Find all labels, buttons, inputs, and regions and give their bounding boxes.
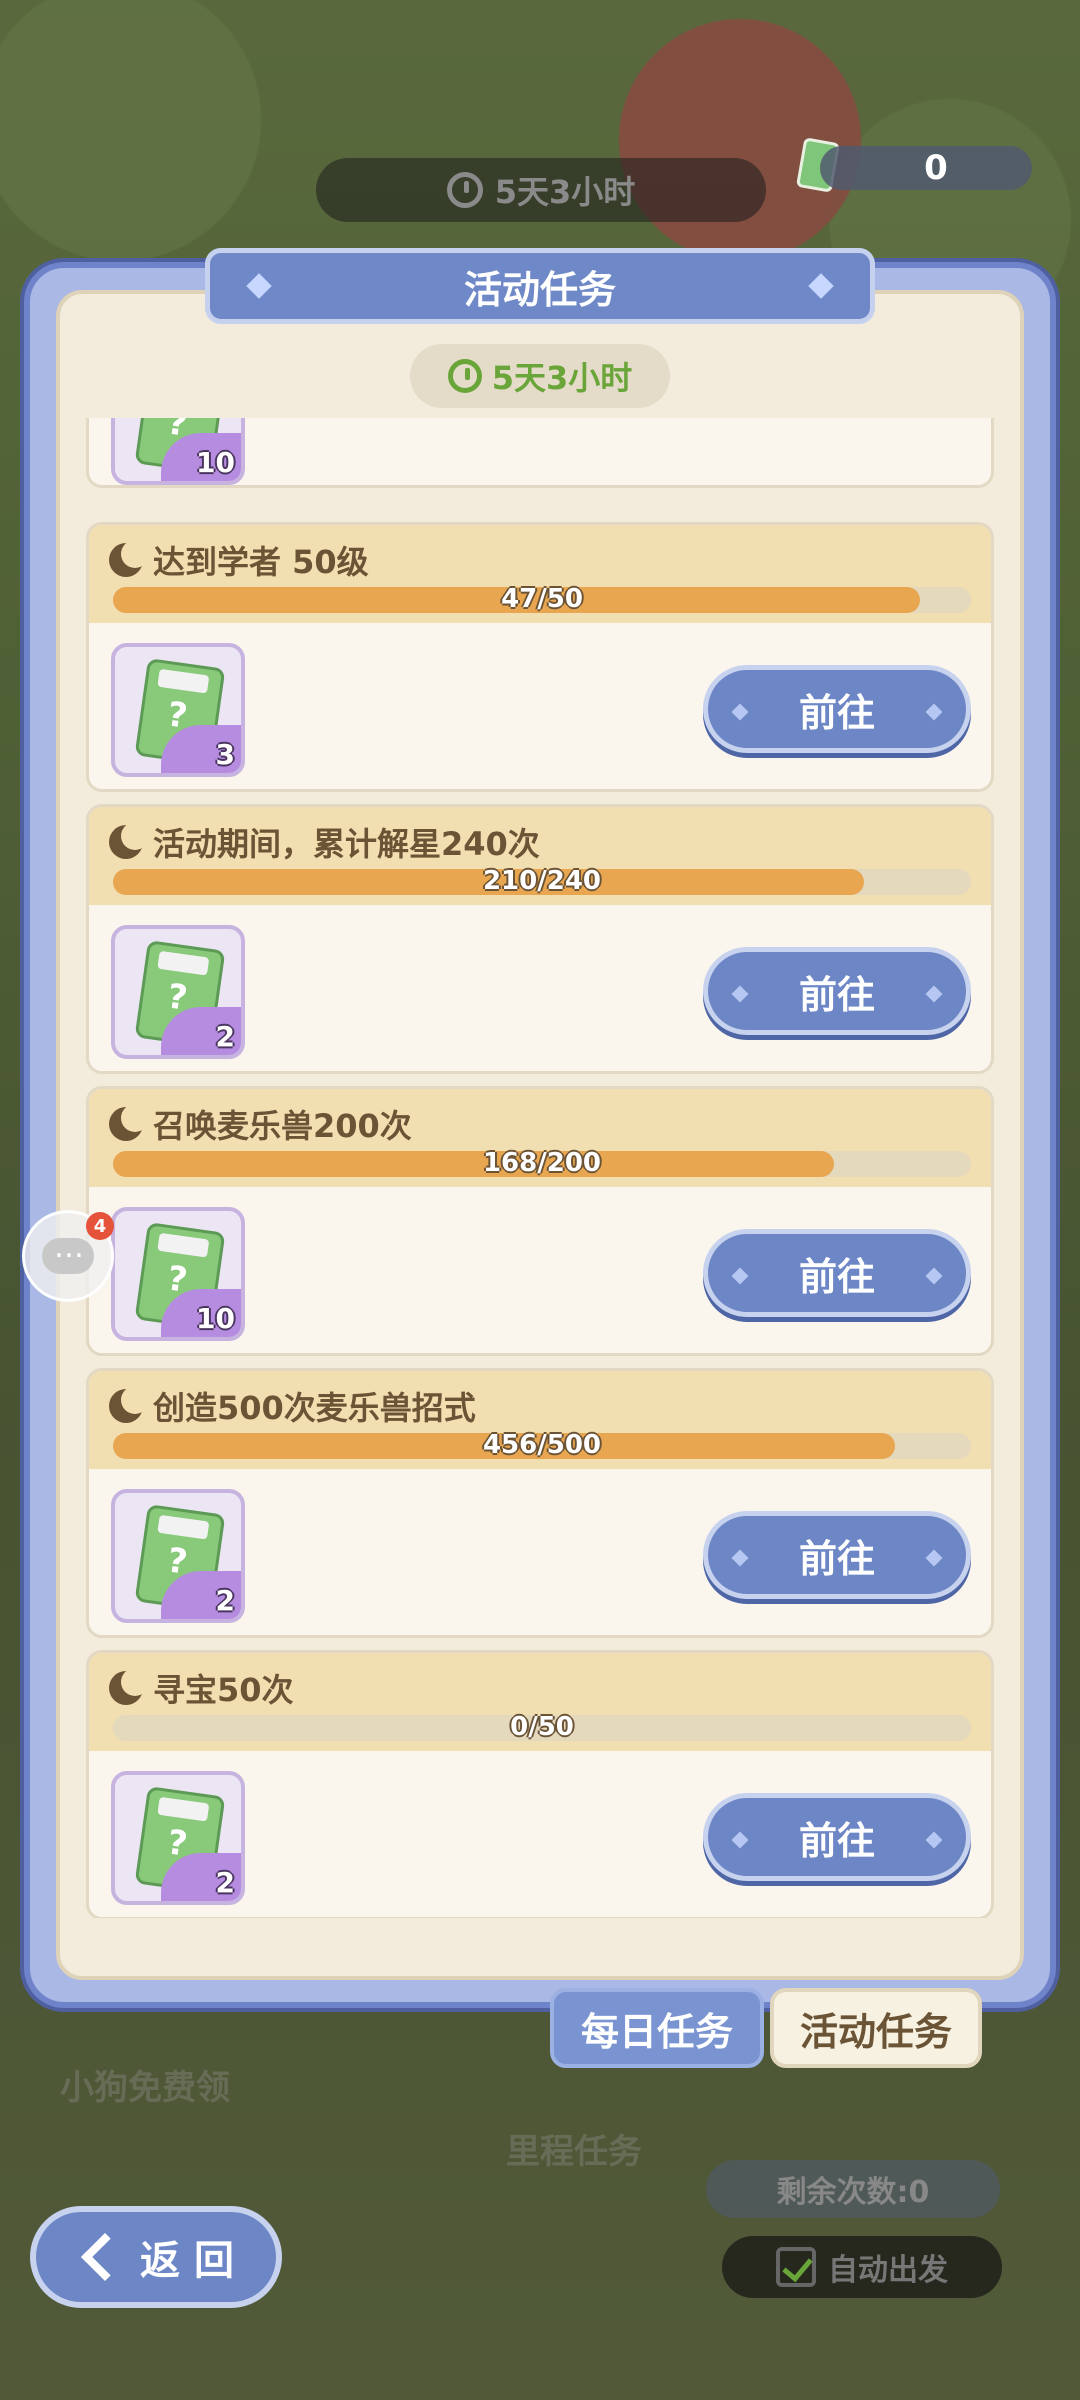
task-header: 达到学者 50级 47/50 [89, 525, 991, 623]
panel-title: 活动任务 [463, 267, 616, 312]
task-card: 活动期间，累计解星240次 210/240 2 前往 [86, 804, 994, 1074]
reward-count: 2 [215, 1020, 235, 1053]
task-header: 召唤麦乐兽200次 168/200 [89, 1089, 991, 1187]
task-progress-text: 456/500 [482, 1430, 602, 1460]
task-card: 达到学者 50级 47/50 3 前往 [86, 522, 994, 792]
task-progress-text: 0/50 [510, 1712, 574, 1742]
reward-count: 10 [196, 446, 235, 479]
reward-count: 2 [215, 1866, 235, 1899]
reward-item[interactable]: 3 [111, 643, 245, 777]
reward-count: 3 [215, 738, 235, 771]
go-button-label: 前往 [798, 1536, 875, 1581]
remaining-count: 剩余次数:0 [706, 2160, 1000, 2218]
task-card: 创造500次麦乐兽招式 456/500 2 前往 [86, 1368, 994, 1638]
task-progress-bar: 168/200 [113, 1148, 971, 1178]
go-button-label: 前往 [798, 1818, 875, 1863]
go-button[interactable]: 前往 [703, 947, 971, 1035]
task-title: 寻宝50次 [153, 1671, 294, 1709]
task-title-row: 召唤麦乐兽200次 [109, 1101, 971, 1147]
go-button-label: 前往 [798, 972, 875, 1017]
reward-item[interactable]: 2 [111, 1489, 245, 1623]
moon-icon [109, 1386, 149, 1423]
panel-title-ribbon: 活动任务 [205, 248, 875, 324]
task-title-row: 达到学者 50级 [109, 537, 971, 583]
task-title-row: 创造500次麦乐兽招式 [109, 1383, 971, 1429]
checkbox-icon[interactable] [776, 2247, 816, 2287]
task-header: 活动期间，累计解星240次 210/240 [89, 807, 991, 905]
auto-depart-toggle[interactable]: 自动出发 [722, 2236, 1002, 2298]
moon-icon [109, 1668, 149, 1705]
sparkle-icon [731, 703, 749, 721]
sparkle-icon [925, 703, 943, 721]
task-progress-bar: 47/50 [113, 584, 971, 614]
go-button[interactable]: 前往 [703, 1511, 971, 1599]
task-list[interactable]: 10 达到学者 50级 47/50 3 前往 [86, 418, 994, 1918]
ribbon-diamond-right-icon [808, 273, 834, 299]
task-header: 寻宝50次 0/50 [89, 1653, 991, 1751]
sparkle-icon [731, 1549, 749, 1567]
task-title: 召唤麦乐兽200次 [153, 1107, 412, 1145]
reward-item[interactable]: 2 [111, 925, 245, 1059]
reward-count: 2 [215, 1584, 235, 1617]
sparkle-icon [925, 1831, 943, 1849]
task-progress-bar: 456/500 [113, 1430, 971, 1460]
reward-item[interactable]: 2 [111, 1771, 245, 1905]
task-progress-text: 168/200 [482, 1148, 602, 1178]
panel-timer: 5天3小时 [410, 344, 670, 408]
task-progress-bar: 0/50 [113, 1712, 971, 1742]
back-button[interactable]: 返 回 [30, 2206, 282, 2308]
moon-icon [109, 822, 149, 859]
reward-count: 10 [196, 1302, 235, 1335]
auto-depart-label: 自动出发 [828, 2253, 948, 2288]
chat-notification-badge: 4 [86, 1212, 114, 1240]
back-button-label: 返 回 [140, 2238, 234, 2284]
sparkle-icon [731, 1267, 749, 1285]
task-progress-bar: 210/240 [113, 866, 971, 896]
tab-daily-tasks[interactable]: 每日任务 [550, 1988, 764, 2068]
sparkle-icon [925, 1267, 943, 1285]
task-title: 创造500次麦乐兽招式 [153, 1389, 476, 1427]
moon-icon [109, 1104, 149, 1141]
go-button[interactable]: 前往 [703, 1229, 971, 1317]
event-timer-text: 5天3小时 [494, 173, 636, 211]
task-title-row: 寻宝50次 [109, 1665, 971, 1711]
sparkle-icon [925, 985, 943, 1003]
task-header: 创造500次麦乐兽招式 456/500 [89, 1371, 991, 1469]
ribbon-diamond-left-icon [246, 273, 272, 299]
sparkle-icon [925, 1549, 943, 1567]
task-card: 召唤麦乐兽200次 168/200 10 前往 [86, 1086, 994, 1356]
moon-icon [109, 540, 149, 577]
clock-icon [447, 359, 482, 393]
back-arrow-icon [80, 2232, 130, 2282]
currency-value: 0 [924, 148, 948, 188]
chat-bubble-icon [42, 1230, 94, 1274]
clock-icon [446, 172, 483, 208]
go-button[interactable]: 前往 [703, 665, 971, 753]
task-progress-text: 210/240 [482, 866, 602, 896]
panel-timer-text: 5天3小时 [491, 359, 633, 397]
go-button-label: 前往 [798, 1254, 875, 1299]
reward-item[interactable]: 10 [111, 1207, 245, 1341]
task-title-row: 活动期间，累计解星240次 [109, 819, 971, 865]
task-card: 寻宝50次 0/50 2 前往 [86, 1650, 994, 1918]
task-progress-text: 47/50 [501, 584, 583, 614]
currency-display: 0 [820, 146, 1032, 190]
go-button[interactable]: 前往 [703, 1793, 971, 1881]
reward-item[interactable]: 10 [111, 418, 245, 485]
task-card: 10 [86, 418, 994, 488]
sparkle-icon [731, 985, 749, 1003]
task-title: 达到学者 50级 [153, 543, 369, 581]
go-button-label: 前往 [798, 690, 875, 735]
event-timer: 5天3小时 [316, 158, 766, 222]
tab-event-tasks[interactable]: 活动任务 [770, 1988, 982, 2068]
sparkle-icon [731, 1831, 749, 1849]
task-title: 活动期间，累计解星240次 [153, 825, 540, 863]
